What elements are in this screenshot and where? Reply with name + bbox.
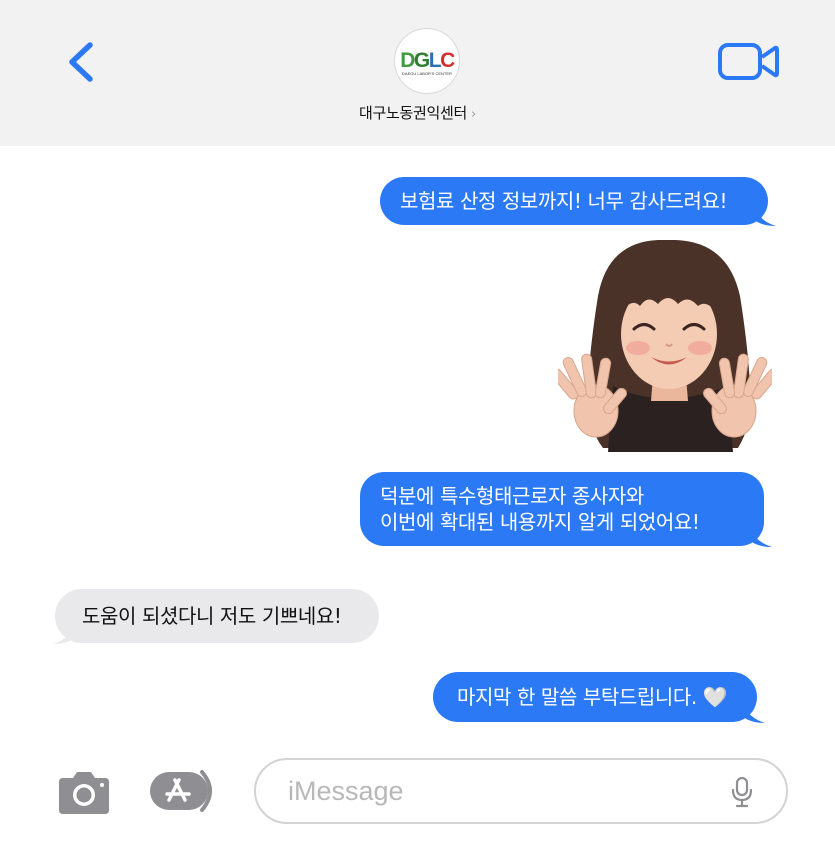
video-camera-icon (718, 43, 779, 80)
message-text: 보험료 산정 정보까지! 너무 감사드려요! (400, 189, 728, 213)
message-input-placeholder: iMessage (288, 776, 404, 806)
chevron-left-icon (69, 42, 93, 82)
memoji-sticker[interactable] (551, 236, 779, 452)
camera-icon (59, 772, 109, 814)
conversation-header: DGLC DAEGU LABOR'S CENTER 대구노동권익센터 › (0, 0, 835, 146)
app-store-button[interactable] (148, 768, 220, 814)
contact-name-button[interactable]: 대구노동권익센터 › (0, 102, 835, 123)
facetime-video-button[interactable] (716, 40, 782, 84)
memoji-girl-waving-image (551, 240, 779, 452)
camera-button[interactable] (55, 770, 113, 816)
svg-text:DAEGU LABOR'S CENTER: DAEGU LABOR'S CENTER (402, 71, 452, 76)
contact-avatar[interactable]: DGLC DAEGU LABOR'S CENTER (394, 28, 460, 94)
message-text: 도움이 되셨다니 저도 기쁘네요! (82, 604, 342, 628)
outgoing-message-bubble[interactable]: 덕분에 특수형태근로자 종사자와 이번에 확대된 내용까지 알게 되었어요! (360, 472, 764, 546)
message-text-line: 이번에 확대된 내용까지 알게 되었어요! (380, 510, 700, 534)
dictation-button[interactable] (730, 776, 754, 808)
outgoing-message-bubble[interactable]: 마지막 한 말씀 부탁드립니다. 🤍 (433, 672, 757, 722)
svg-text:DGLC: DGLC (400, 49, 455, 72)
dglc-logo: DGLC DAEGU LABOR'S CENTER (400, 49, 456, 76)
contact-name-label: 대구노동권익센터 (359, 104, 468, 122)
microphone-icon (731, 776, 753, 808)
outgoing-message-bubble[interactable]: 보험료 산정 정보까지! 너무 감사드려요! (380, 177, 768, 225)
app-store-icon (150, 770, 212, 812)
message-text-line: 덕분에 특수형태근로자 종사자와 (380, 484, 644, 508)
message-text: 마지막 한 말씀 부탁드립니다. (457, 685, 697, 709)
message-input-field[interactable]: iMessage (254, 758, 788, 824)
back-button[interactable] (52, 30, 112, 94)
white-heart-emoji: 🤍 (702, 685, 728, 709)
incoming-message-bubble[interactable]: 도움이 되셨다니 저도 기쁘네요! (55, 589, 379, 643)
chevron-right-icon: › (471, 107, 476, 122)
